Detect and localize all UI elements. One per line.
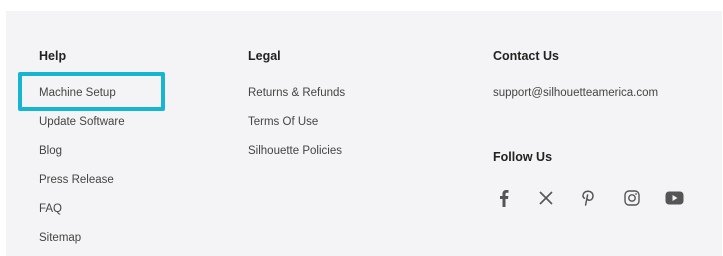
update-software-link[interactable]: Update Software (39, 116, 125, 128)
legal-heading: Legal (248, 49, 281, 63)
facebook-icon[interactable] (493, 187, 515, 209)
blog-link[interactable]: Blog (39, 145, 62, 157)
site-footer: Help Machine Setup Update Software Blog … (6, 11, 722, 256)
silhouette-policies-link[interactable]: Silhouette Policies (248, 145, 342, 157)
faq-link[interactable]: FAQ (39, 203, 62, 215)
sitemap-link[interactable]: Sitemap (39, 232, 81, 244)
machine-setup-link[interactable]: Machine Setup (39, 87, 116, 99)
help-heading: Help (39, 49, 67, 63)
press-release-link[interactable]: Press Release (39, 174, 114, 186)
pinterest-icon[interactable] (577, 187, 599, 209)
support-email-link[interactable]: support@silhouetteamerica.com (493, 87, 658, 99)
instagram-icon[interactable] (621, 187, 643, 209)
youtube-icon[interactable] (663, 187, 685, 209)
returns-refunds-link[interactable]: Returns & Refunds (248, 87, 345, 99)
contact-heading: Contact Us (493, 49, 559, 63)
terms-of-use-link[interactable]: Terms Of Use (248, 116, 318, 128)
x-icon[interactable] (535, 187, 557, 209)
follow-heading: Follow Us (493, 150, 553, 164)
